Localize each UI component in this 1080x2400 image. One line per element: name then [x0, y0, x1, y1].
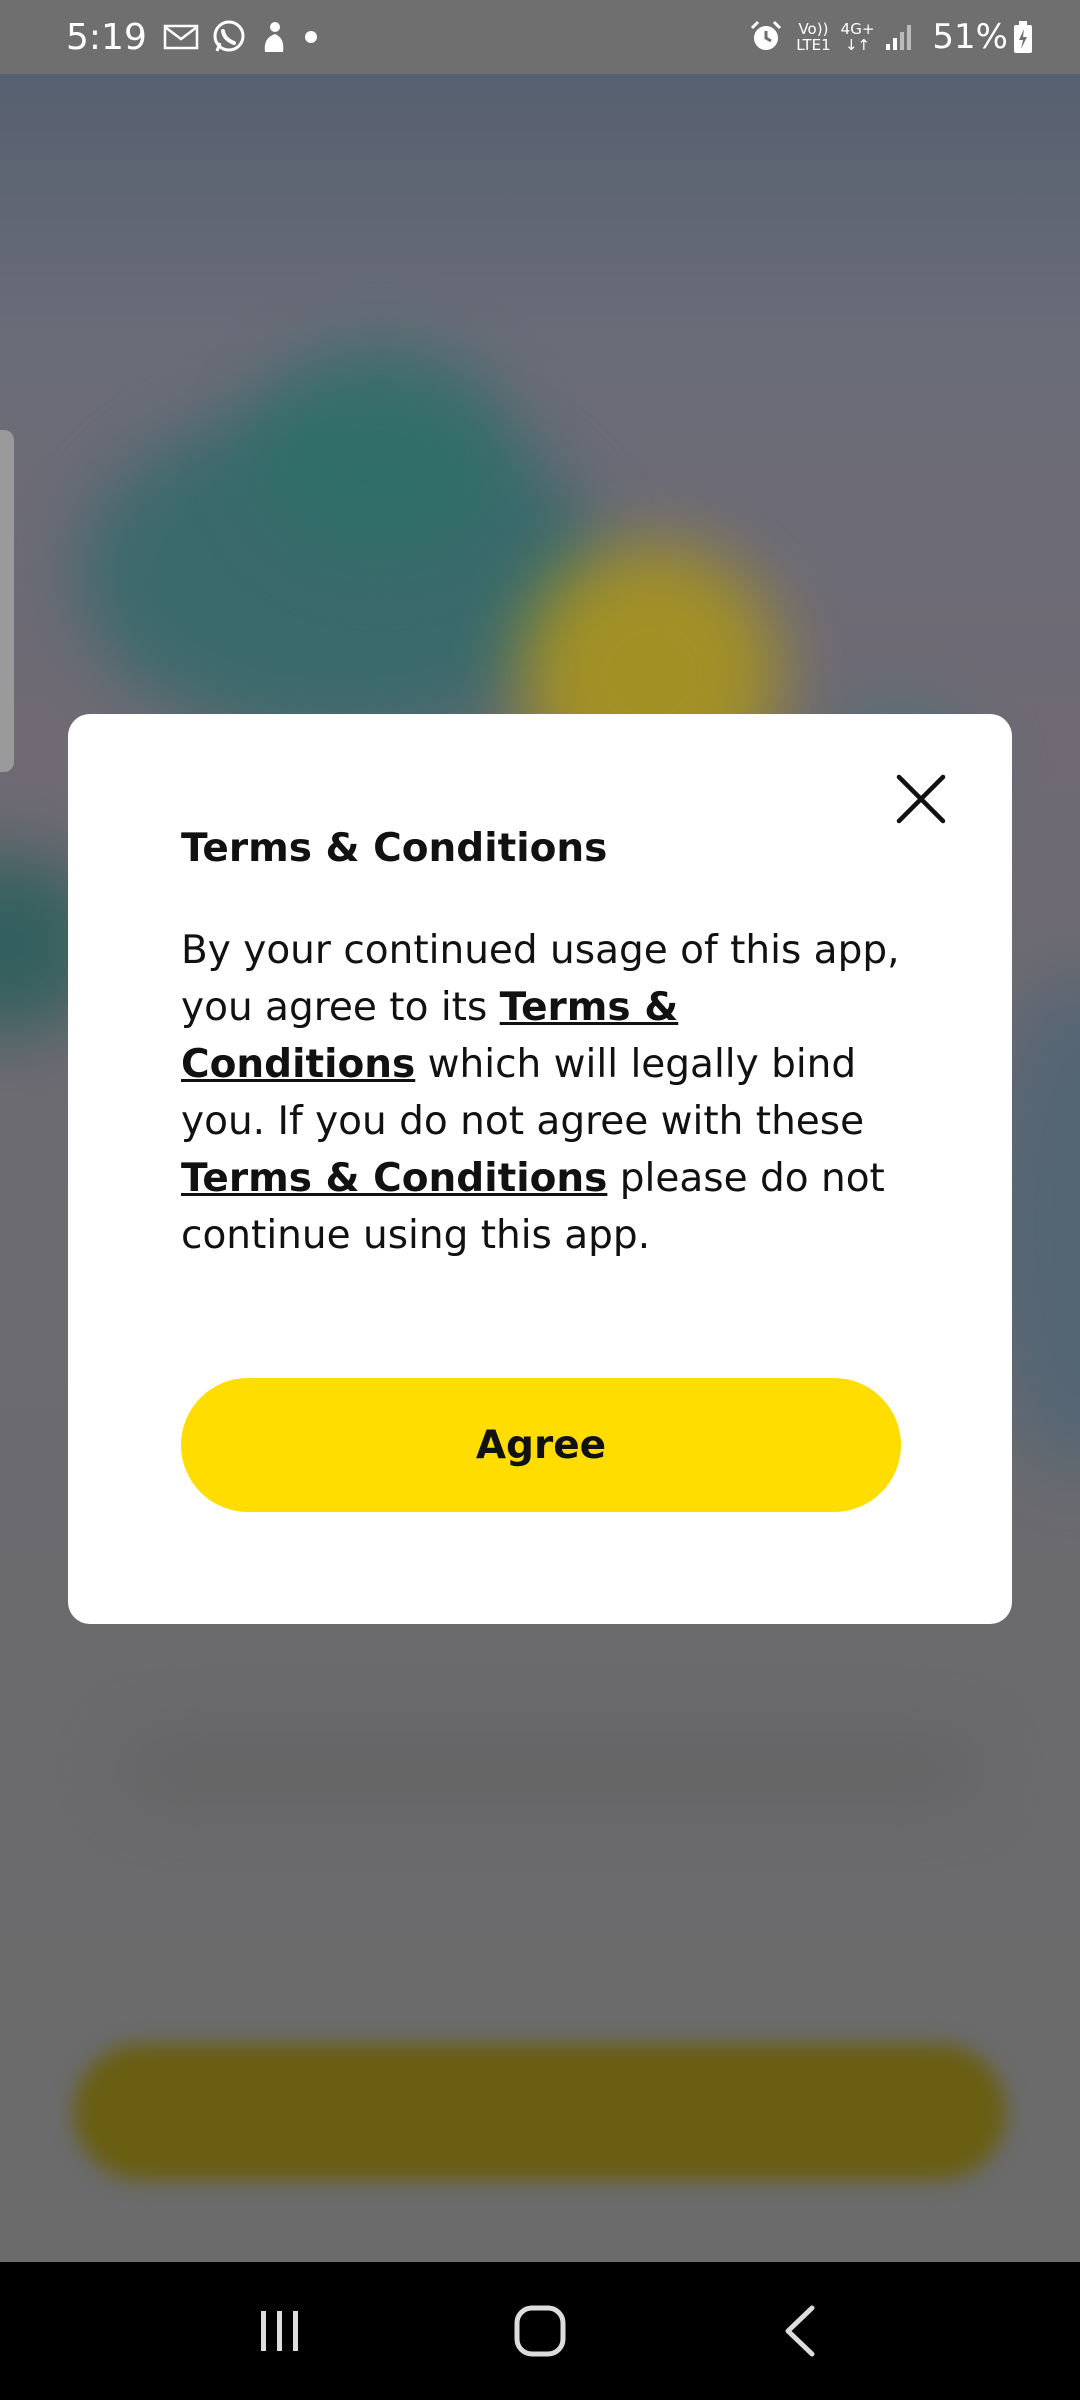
alarm-icon: [748, 19, 784, 55]
side-tab[interactable]: [0, 430, 14, 772]
status-time: 5:19: [66, 16, 147, 58]
dot-icon: [301, 27, 321, 47]
app-notification-icon: [259, 20, 289, 54]
close-icon: [896, 774, 946, 824]
back-button[interactable]: [760, 2291, 840, 2371]
screen: 5:19 Vo)) LTE1 4G+ ↓↑ 51% Terms & Condit…: [0, 0, 1080, 2400]
bg-illustration-tree-top: [250, 344, 510, 564]
status-right: Vo)) LTE1 4G+ ↓↑ 51%: [748, 17, 1046, 57]
agree-button[interactable]: Agree: [181, 1378, 901, 1512]
back-icon: [785, 2305, 815, 2357]
terms-dialog: Terms & Conditions By your continued usa…: [68, 714, 1012, 1624]
whatsapp-icon: [211, 19, 247, 55]
data-arrows-icon: ↓↑: [844, 36, 871, 54]
dialog-body: By your continued usage of this app, you…: [181, 922, 901, 1264]
volte-indicator: Vo)) LTE1: [796, 21, 830, 53]
recent-apps-button[interactable]: [240, 2291, 320, 2371]
terms-link-2[interactable]: Terms & Conditions: [181, 1156, 607, 1201]
lte-label: LTE1: [796, 36, 831, 54]
mail-icon: [163, 23, 199, 51]
battery-percentage: 51%: [932, 17, 1008, 57]
network-4g-label: 4G+: [840, 20, 875, 38]
status-bar: 5:19 Vo)) LTE1 4G+ ↓↑ 51%: [0, 0, 1080, 74]
volte-label: Vo)): [798, 20, 829, 38]
bg-blurred-text: [120, 1734, 980, 1804]
signal-icon: [884, 22, 914, 52]
navigation-bar: [0, 2262, 1080, 2400]
close-button[interactable]: [890, 768, 952, 830]
battery-charging-icon: [1012, 20, 1034, 54]
bg-blurred-button: [74, 2044, 1006, 2180]
home-icon: [514, 2305, 566, 2357]
dialog-title: Terms & Conditions: [181, 826, 608, 871]
network-type-indicator: 4G+ ↓↑: [841, 21, 875, 53]
status-left: 5:19: [66, 17, 333, 58]
recent-apps-icon: [261, 2311, 298, 2351]
home-button[interactable]: [500, 2291, 580, 2371]
